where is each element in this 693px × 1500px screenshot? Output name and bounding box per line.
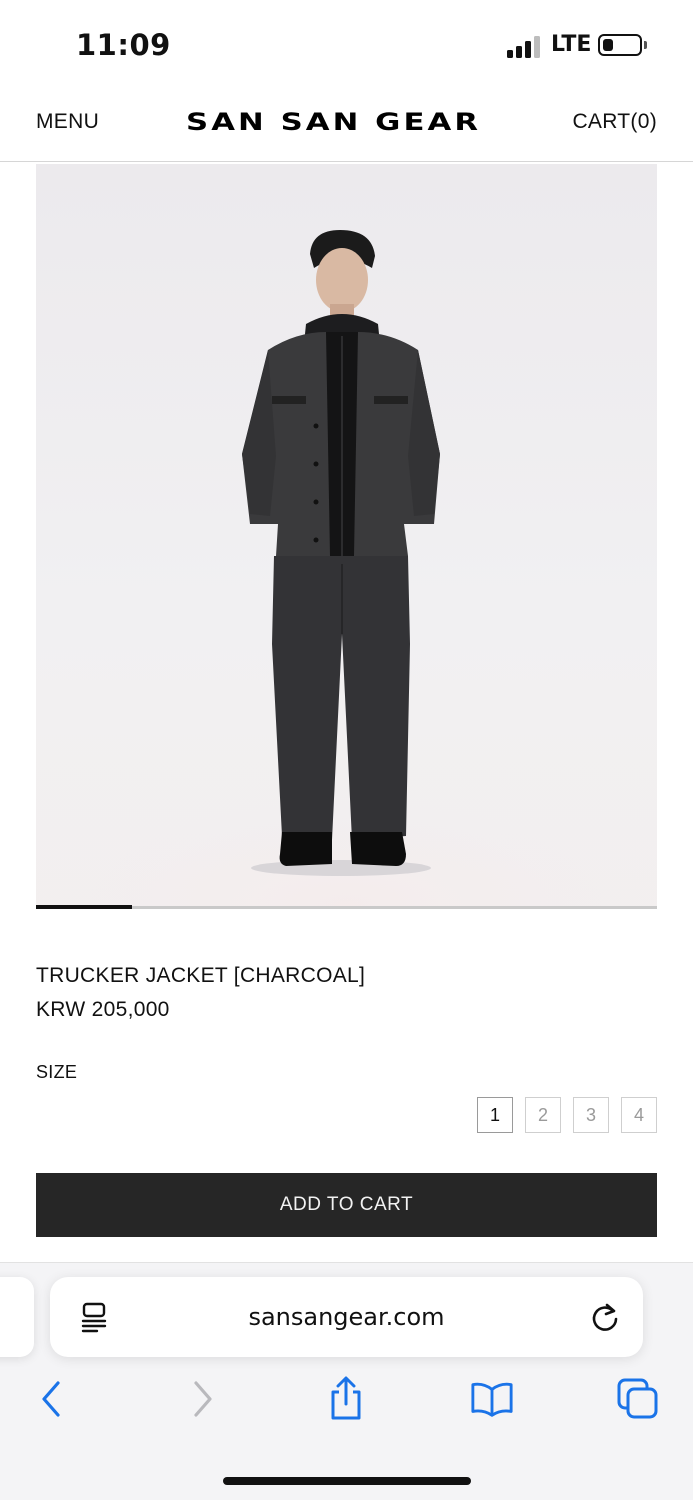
product-price: KRW 205,000 — [36, 998, 170, 1021]
network-label: LTE — [551, 32, 592, 57]
size-options: 1234 — [477, 1097, 657, 1133]
previous-tab-preview[interactable] — [0, 1277, 34, 1357]
reload-icon[interactable] — [589, 1301, 621, 1333]
share-button[interactable] — [324, 1376, 368, 1421]
carousel-progress-fill — [36, 905, 133, 909]
add-to-cart-button[interactable]: ADD TO CART — [36, 1173, 657, 1237]
bookmarks-icon — [471, 1382, 513, 1417]
battery-icon — [598, 34, 642, 56]
product-image[interactable] — [36, 164, 657, 906]
product-name: TRUCKER JACKET [CHARCOAL] — [36, 964, 366, 987]
menu-button[interactable]: MENU — [36, 110, 99, 134]
forward-icon — [194, 1381, 212, 1417]
size-option-3[interactable]: 3 — [573, 1097, 609, 1133]
status-time: 11:09 — [76, 28, 171, 62]
size-option-2[interactable]: 2 — [525, 1097, 561, 1133]
cellular-signal-icon — [507, 36, 543, 58]
back-button[interactable] — [30, 1377, 74, 1421]
share-icon — [331, 1376, 361, 1420]
size-option-1[interactable]: 1 — [477, 1097, 513, 1133]
battery-cap — [644, 41, 647, 49]
status-bar: 11:09 LTE — [0, 0, 693, 90]
tabs-button[interactable] — [616, 1377, 660, 1421]
home-indicator[interactable] — [223, 1477, 471, 1485]
brand-logo[interactable]: SAN SAN GEAR — [186, 108, 481, 136]
tabs-icon — [617, 1378, 658, 1419]
browser-chrome: sansangear.com — [0, 1262, 693, 1500]
address-bar[interactable]: sansangear.com — [50, 1277, 643, 1357]
image-carousel-progress[interactable] — [36, 905, 657, 909]
cart-button[interactable]: CART(0) — [572, 110, 657, 134]
size-option-4[interactable]: 4 — [621, 1097, 657, 1133]
back-icon — [42, 1381, 60, 1417]
size-label: SIZE — [36, 1062, 78, 1082]
model-illustration — [36, 230, 657, 906]
forward-button[interactable] — [180, 1377, 224, 1421]
url-text[interactable]: sansangear.com — [50, 1303, 643, 1331]
bookmarks-button[interactable] — [470, 1377, 514, 1421]
site-header: MENU SAN SAN GEAR CART(0) — [0, 92, 693, 162]
